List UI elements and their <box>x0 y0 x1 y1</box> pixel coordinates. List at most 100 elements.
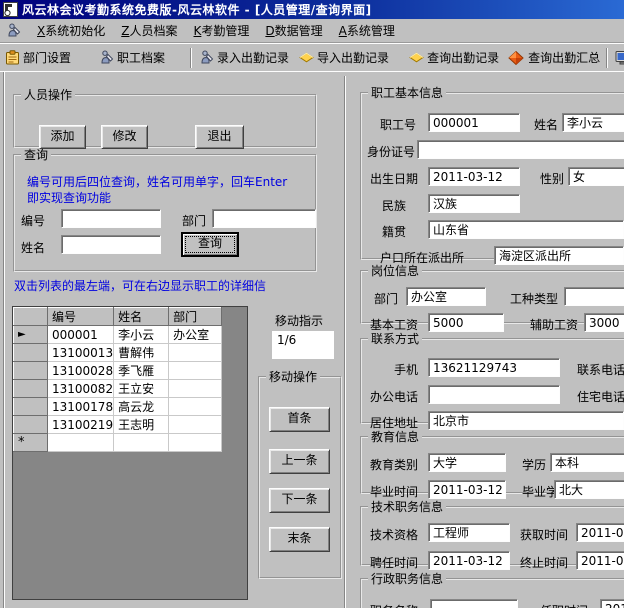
grad-time-field[interactable]: 2011-03-12 <box>428 480 506 499</box>
mobile-field[interactable]: 13621129743 <box>428 358 560 377</box>
code-label: 编号 <box>21 214 46 228</box>
group-title: 查询 <box>24 148 49 162</box>
toolbar-button-enter-attendance[interactable]: 录入出勤记录 <box>196 47 292 69</box>
prev-record-button[interactable]: 上一条 <box>269 449 330 474</box>
column-header-code[interactable]: 编号 <box>46 307 115 326</box>
employee-grid[interactable]: 编号 姓名 部门 ► 000001 李小云 办公室 13100013 曹解伟 1… <box>12 306 248 600</box>
end-time-label: 终止时间 <box>520 556 569 570</box>
cell-name[interactable]: 高云龙 <box>113 397 170 416</box>
edu-type-field[interactable]: 大学 <box>428 453 506 472</box>
dept-label: 部门 <box>182 214 207 228</box>
birth-field[interactable]: 2011-03-12 <box>428 167 520 186</box>
cell-code[interactable]: 13100013 <box>47 343 115 362</box>
cell-name[interactable]: 王志明 <box>113 415 170 434</box>
emp-no-field[interactable]: 000001 <box>428 113 520 132</box>
cell-dept[interactable] <box>168 343 223 362</box>
client-left-edge-highlight <box>4 72 5 608</box>
monitor-icon <box>615 51 624 65</box>
dept-field[interactable]: 办公室 <box>406 287 486 306</box>
id-field[interactable] <box>417 140 624 159</box>
column-header-name[interactable]: 姓名 <box>113 307 170 326</box>
app-icon <box>3 2 18 17</box>
search-button[interactable]: 查询 <box>181 232 239 257</box>
job-title-field[interactable] <box>430 599 518 608</box>
group-admin-info: 行政职务信息 职务名称 任职时间 2011- <box>360 570 624 608</box>
toolbar-button-attendance-summary[interactable]: 查询出勤汇总 <box>504 47 603 69</box>
end-time-field[interactable]: 2011-03-1 <box>576 551 624 570</box>
menu-personnel-archive[interactable]: Z人员档案 <box>121 22 177 39</box>
hire-time-field[interactable]: 2011-03-12 <box>428 551 510 570</box>
origin-label: 籍贯 <box>382 225 407 239</box>
cell-dept[interactable] <box>168 433 223 452</box>
ethnic-field[interactable]: 汉族 <box>428 194 520 213</box>
hire-time-label: 聘任时间 <box>370 556 419 570</box>
school-field[interactable]: 北大 <box>554 480 624 499</box>
column-header-dept[interactable]: 部门 <box>168 307 223 326</box>
move-indicator-value: 1/6 <box>272 331 334 359</box>
table-row: 13100013 曹解伟 <box>13 343 223 362</box>
person-icon <box>101 50 114 64</box>
cell-name[interactable]: 季飞雁 <box>113 361 170 380</box>
gender-field[interactable]: 女 <box>568 167 624 186</box>
cell-dept[interactable]: 办公室 <box>168 325 223 344</box>
qualification-field[interactable]: 工程师 <box>428 523 510 542</box>
menu-system-init[interactable]: X系统初始化 <box>37 22 105 39</box>
toolbar-button-partial[interactable] <box>612 47 624 69</box>
title-bar: 风云林会议考勤系统免费版-风云林软件 - [人员管理/查询界面] <box>0 0 624 19</box>
name-label: 姓名 <box>534 118 559 132</box>
office-tel-label: 办公电话 <box>370 390 419 404</box>
cell-code[interactable]: 13100082 <box>47 379 115 398</box>
table-row-new: * <box>13 433 223 452</box>
toolbar-button-import-attendance[interactable]: 导入出勤记录 <box>296 47 392 69</box>
worktype-field[interactable] <box>564 287 624 306</box>
cell-dept[interactable] <box>168 379 223 398</box>
cell-name[interactable]: 李小云 <box>113 325 170 344</box>
first-record-button[interactable]: 首条 <box>269 407 330 432</box>
cell-code[interactable]: 13100178 <box>47 397 115 416</box>
toolbar-button-query-attendance[interactable]: 查询出勤记录 <box>406 47 502 69</box>
group-title: 技术职务信息 <box>371 500 444 514</box>
degree-field[interactable]: 本科 <box>550 453 624 472</box>
last-record-button[interactable]: 末条 <box>269 527 330 552</box>
new-row-marker[interactable]: * <box>13 433 48 452</box>
name-field[interactable]: 李小云 <box>562 113 624 132</box>
appoint-time-field[interactable]: 2011- <box>600 599 624 608</box>
get-time-label: 获取时间 <box>520 528 569 542</box>
cell-name[interactable] <box>113 433 170 452</box>
office-tel-field[interactable] <box>428 385 560 404</box>
row-selector[interactable] <box>13 379 48 398</box>
search-dept-input[interactable] <box>212 209 316 228</box>
cell-name[interactable]: 王立安 <box>113 379 170 398</box>
next-record-button[interactable]: 下一条 <box>269 488 330 513</box>
dept-label: 部门 <box>374 292 399 306</box>
cell-dept[interactable] <box>168 397 223 416</box>
origin-field[interactable]: 山东省 <box>428 220 624 239</box>
toolbar-button-staff-archive[interactable]: 职工档案 <box>96 47 168 69</box>
cell-dept[interactable] <box>168 415 223 434</box>
menu-attendance-mgmt[interactable]: K考勤管理 <box>194 22 250 39</box>
get-time-field[interactable]: 2011-03-1 <box>576 523 624 542</box>
clipboard-icon <box>6 50 19 65</box>
tel-label: 联系电话 <box>577 363 624 377</box>
row-selector[interactable] <box>13 397 48 416</box>
menu-data-mgmt[interactable]: D数据管理 <box>265 22 322 39</box>
row-selector-header <box>13 307 48 326</box>
toolbar-button-dept-settings[interactable]: 部门设置 <box>2 47 74 69</box>
degree-label: 学历 <box>522 458 547 472</box>
row-selector[interactable] <box>13 415 48 434</box>
cell-code[interactable]: 13100219 <box>47 415 115 434</box>
group-title: 联系方式 <box>371 332 420 346</box>
menu-bar: X系统初始化 Z人员档案 K考勤管理 D数据管理 A系统管理 <box>0 19 624 43</box>
row-selector[interactable] <box>13 343 48 362</box>
search-code-input[interactable] <box>61 209 161 228</box>
cell-name[interactable]: 曹解伟 <box>113 343 170 362</box>
row-selector[interactable] <box>13 361 48 380</box>
menu-system-mgmt[interactable]: A系统管理 <box>339 22 395 39</box>
cell-code[interactable]: 000001 <box>47 325 115 344</box>
cell-code[interactable] <box>47 433 115 452</box>
cell-dept[interactable] <box>168 361 223 380</box>
cell-code[interactable]: 13100028 <box>47 361 115 380</box>
search-name-input[interactable] <box>61 235 161 254</box>
group-title: 职工基本信息 <box>371 86 444 100</box>
row-selector-arrow[interactable]: ► <box>13 325 48 344</box>
